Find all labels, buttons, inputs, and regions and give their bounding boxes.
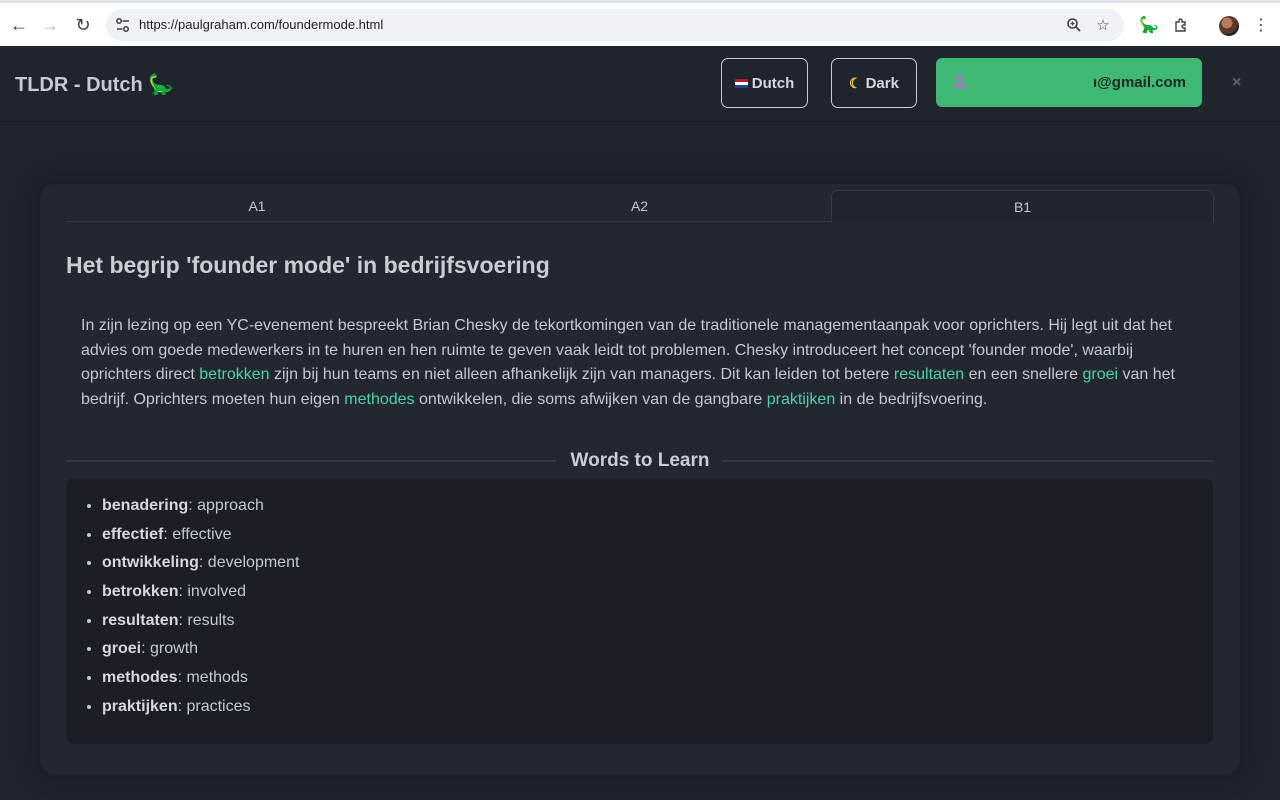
tab-a1[interactable]: A1 [66,190,448,222]
list-item: resultaten: results [102,607,299,636]
word-translation: : approach [188,497,264,514]
highlighted-word[interactable]: praktijken [767,391,835,408]
words-to-learn-box: benadering: approach effectief: effectiv… [66,478,1213,744]
level-tabs: A1 A2 B1 [66,190,1214,223]
user-account-button[interactable]: ı@gmail.com [936,58,1202,107]
back-arrow-icon[interactable]: ← [5,11,33,39]
language-button[interactable]: Dutch [721,58,808,108]
browser-toolbar: ← → ↻ https://paulgraham.com/foundermode… [0,0,1280,46]
highlighted-word[interactable]: groei [1082,366,1118,383]
highlighted-word[interactable]: methodes [344,391,414,408]
section-divider-left [66,460,556,462]
article-title: Het begrip 'founder mode' in bedrijfsvoe… [66,252,550,278]
forward-arrow-icon[interactable]: → [36,11,64,39]
word-term: groei [102,640,142,658]
article-text: zijn bij hun teams en niet alleen afhank… [269,366,894,384]
word-term: methodes [102,669,178,687]
list-item: ontwikkeling: development [102,549,299,578]
moon-icon: ☾ [849,74,862,91]
list-item: effectief: effective [102,521,299,550]
words-section-title: Words to Learn [570,450,710,471]
address-bar[interactable]: https://paulgraham.com/foundermode.html … [106,9,1124,41]
word-term: resultaten [102,611,179,629]
close-icon[interactable]: × [1232,74,1241,92]
word-translation: : practices [177,697,251,715]
word-term: ontwikkeling [102,554,199,572]
article-text: en een snellere [964,366,1083,384]
highlighted-word[interactable]: resultaten [894,366,964,383]
highlighted-word[interactable]: betrokken [199,366,269,383]
list-item: methodes: methods [102,664,299,693]
word-translation: : growth [141,640,199,658]
word-translation: : involved [178,583,247,601]
word-translation: : effective [163,525,232,543]
more-menu-icon[interactable]: ⋮ [1249,13,1273,37]
site-settings-icon[interactable] [114,16,132,34]
tab-b1[interactable]: B1 [831,190,1214,223]
words-list: benadering: approach effectief: effectiv… [102,492,299,722]
word-translation: : methods [177,669,248,687]
list-item: benadering: approach [102,492,299,521]
word-term: effectief [102,525,164,543]
article-text: in de bedrijfsvoering. [835,390,988,408]
list-item: betrokken: involved [102,578,299,607]
theme-label: Dark [865,74,899,92]
url-text[interactable]: https://paulgraham.com/foundermode.html [139,17,383,32]
dinosaur-extension-icon[interactable]: 🦕 [1137,13,1161,37]
word-term: benadering [102,497,189,514]
list-item: groei: growth [102,635,299,664]
article-body: In zijn lezing op een YC-evenement bespr… [81,314,1191,412]
user-icon [952,74,968,90]
netherlands-flag-icon [734,78,748,88]
word-translation: : development [198,554,300,572]
word-term: betrokken [102,583,179,601]
language-label: Dutch [751,74,795,92]
app-header: TLDR - Dutch 🦕 Dutch ☾ Dark ı@gmail.com … [0,46,1280,122]
article-text: ontwikkelen, die soms afwijken van de ga… [414,390,767,408]
tab-a2[interactable]: A2 [448,190,831,222]
zoom-icon[interactable] [1064,15,1084,35]
extensions-puzzle-icon[interactable] [1169,13,1193,37]
theme-toggle-button[interactable]: ☾ Dark [831,58,917,108]
user-email: ı@gmail.com [1093,74,1186,91]
bookmark-star-icon[interactable]: ☆ [1093,15,1113,35]
word-translation: : results [178,611,235,629]
profile-avatar[interactable] [1219,16,1239,36]
reload-icon[interactable]: ↻ [69,11,97,39]
list-item: praktijken: practices [102,693,299,722]
section-divider-right [722,460,1213,462]
app-title: TLDR - Dutch 🦕 [15,74,174,96]
word-term: praktijken [102,697,178,715]
